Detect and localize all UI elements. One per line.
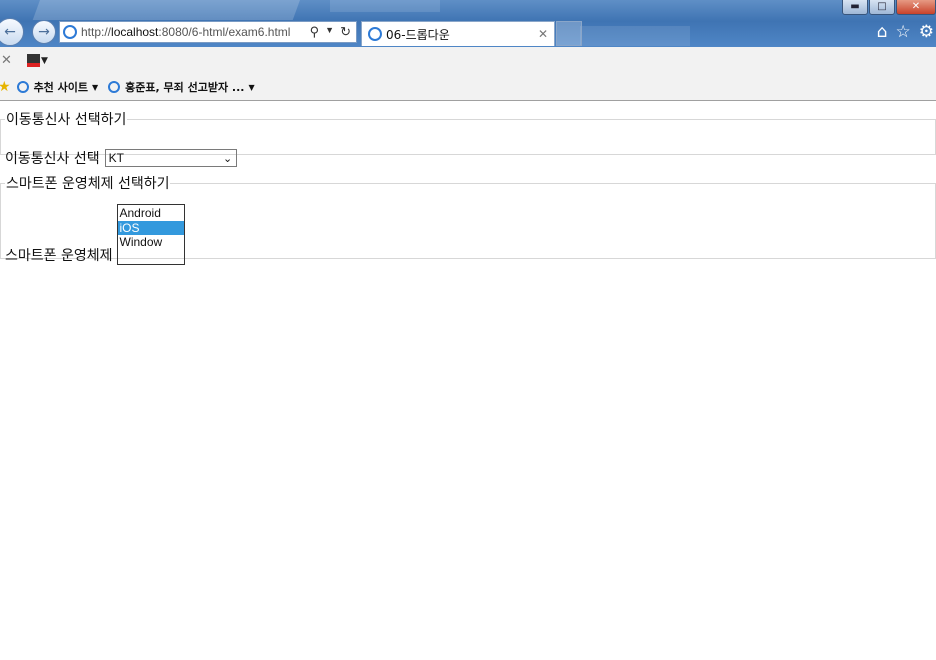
ie-icon [16,81,29,93]
url-path: :8080/6-html/exam6.html [158,25,291,39]
favorite-item-recommended[interactable]: 추천 사이트 ▼ [16,79,99,95]
favorites-bar: ★ 추천 사이트 ▼ 홍준표, 무죄 선고받자 ... ▼ [0,74,936,101]
dropdown-icon[interactable]: ▼ [325,24,334,40]
os-option-window[interactable]: Window [118,235,184,250]
window-close-button[interactable]: ✕ [896,0,936,15]
minimize-button[interactable]: ▬ [842,0,868,15]
window-controls: ▬ □ ✕ [842,0,936,15]
favorite-item-news[interactable]: 홍준표, 무죄 선고받자 ... ▼ [108,79,255,95]
url-host: localhost [111,25,159,39]
carrier-select[interactable]: KT ⌄ [104,149,237,167]
chevron-down-icon: ▼ [92,82,99,92]
url-prefix: http:// [81,25,112,39]
chevron-down-icon: ⌄ [223,152,233,165]
favorite-label: 홍준표, 무죄 선고받자 ... [125,81,245,94]
os-label: 스마트폰 운영체제 [5,248,113,264]
star-icon[interactable]: ☆ [896,22,911,42]
ie-icon [108,81,121,93]
address-bar[interactable]: http://localhost:8080/6-html/exam6.html … [59,21,357,43]
forward-button[interactable]: → [32,20,56,44]
url-text[interactable]: http://localhost:8080/6-html/exam6.html [81,25,310,39]
new-tab-button[interactable] [556,21,582,46]
carrier-label: 이동통신사 선택 [5,151,100,167]
refresh-icon[interactable]: ↻ [340,24,351,40]
chevron-down-icon[interactable]: ▼ [41,56,48,66]
gear-icon[interactable]: ⚙ [919,22,934,42]
carrier-fieldset: 이동통신사 선택하기 이동통신사 선택 KT ⌄ [0,109,936,167]
os-listbox[interactable]: Android iOS Window [116,204,185,265]
addon-icon[interactable] [27,54,40,67]
background-decoration [330,0,440,12]
arrow-right-icon: → [38,24,50,40]
tab-active[interactable]: 06-드롭다운 ✕ [361,21,555,46]
tab-title: 06-드롭다운 [386,27,450,42]
favorite-label: 추천 사이트 [33,81,88,94]
home-icon[interactable]: ⌂ [877,22,888,42]
os-option-ios[interactable]: iOS [117,220,184,235]
close-icon[interactable]: ✕ [1,53,15,68]
maximize-button[interactable]: □ [869,0,895,15]
ie-tab-icon [368,27,382,41]
ie-page-icon [63,25,77,39]
chevron-down-icon: ▼ [248,82,255,92]
carrier-selected-value: KT [108,151,124,165]
favorites-star-icon[interactable]: ★ [0,79,11,95]
back-button[interactable]: ← [0,18,24,46]
background-decoration [32,0,308,20]
command-bar: ✕ ▼ [0,47,936,74]
browser-titlebar: ← → http://localhost:8080/6-html/exam6.h… [0,0,936,47]
close-icon[interactable]: ✕ [538,27,548,41]
background-decoration [580,26,690,46]
carrier-legend: 이동통신사 선택하기 [6,112,127,128]
arrow-left-icon: ← [4,24,16,40]
search-icon[interactable]: ⚲ [310,24,320,40]
os-option-android[interactable]: Android [118,206,184,221]
os-legend: 스마트폰 운영체제 선택하기 [6,176,170,192]
os-fieldset: 스마트폰 운영체제 선택하기 스마트폰 운영체제 Android iOS Win… [0,173,936,265]
